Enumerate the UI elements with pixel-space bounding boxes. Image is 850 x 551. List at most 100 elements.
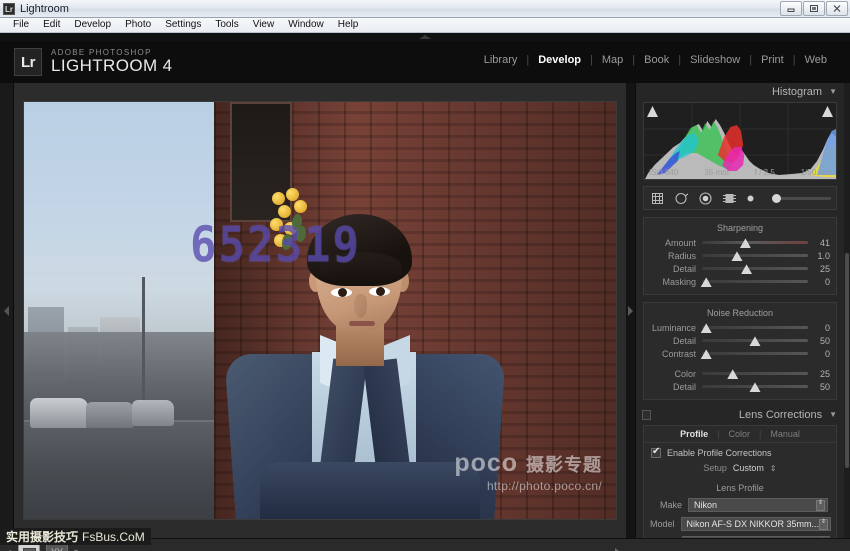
exif-shutter: 1/50 sec: [800, 168, 831, 177]
image-canvas[interactable]: 652319 poco 摄影专题 http://photo.poco.cn/: [14, 83, 626, 538]
histogram-graph[interactable]: ISO 640 35 mm f / 2.5 1/50 sec: [643, 102, 837, 180]
slider-label: Detail: [672, 335, 696, 346]
chevron-right-icon: [628, 305, 633, 316]
module-book[interactable]: Book: [635, 54, 678, 66]
menu-file[interactable]: File: [6, 18, 36, 32]
lens-profile-make-row[interactable]: Make Nikon ⇕: [644, 497, 836, 513]
site-watermark-en: FsBus.CoM: [82, 529, 145, 544]
setup-spinner-icon[interactable]: ⇕: [770, 464, 777, 473]
right-panel-collapse-toggle[interactable]: [626, 83, 635, 538]
slider-track[interactable]: [702, 336, 808, 346]
menu-window[interactable]: Window: [281, 18, 331, 32]
chevron-updown-icon[interactable]: ⇕: [816, 499, 825, 511]
right-panel-scroll-thumb[interactable]: [845, 253, 849, 468]
slider-track[interactable]: [702, 382, 808, 392]
crop-tool-icon[interactable]: [649, 190, 666, 207]
slider-row-sharpening-radius[interactable]: Radius 1.0: [644, 249, 836, 262]
slider-track[interactable]: [702, 264, 808, 274]
slider-row-nr-color[interactable]: Color 25: [644, 367, 836, 380]
lens-profile-title: Lens Profile: [716, 483, 764, 493]
menu-develop[interactable]: Develop: [67, 18, 118, 32]
top-panel-collapse-toggle[interactable]: [0, 33, 850, 41]
menu-view[interactable]: View: [246, 18, 282, 32]
slider-track[interactable]: [702, 369, 808, 379]
setup-label: Setup: [703, 463, 727, 473]
chevron-down-icon[interactable]: ▼: [829, 410, 837, 419]
chevron-down-icon[interactable]: ▼: [829, 87, 837, 96]
compare-view-button[interactable]: YY: [46, 544, 69, 551]
left-panel-collapse-toggle[interactable]: [0, 83, 14, 538]
slider-track[interactable]: [702, 251, 808, 261]
model-dropdown[interactable]: Nikon AF-S DX NIKKOR 35mm... ⇕: [680, 517, 832, 531]
chevron-left-icon[interactable]: ◄: [4, 547, 13, 551]
slider-track[interactable]: [702, 238, 808, 248]
slider-value: 1.0: [817, 250, 830, 261]
close-icon[interactable]: [826, 1, 848, 16]
setup-value[interactable]: Custom: [733, 463, 764, 473]
slider-track[interactable]: [700, 277, 808, 287]
sharpening-title: Sharpening: [716, 223, 764, 233]
menu-tools[interactable]: Tools: [208, 18, 245, 32]
graduated-filter-icon[interactable]: [721, 190, 738, 207]
brush-size-slider[interactable]: [772, 193, 831, 203]
identity-badge-icon: Lr: [14, 48, 42, 76]
module-develop[interactable]: Develop: [529, 54, 590, 66]
tab-manual[interactable]: Manual: [761, 429, 809, 439]
slider-knob[interactable]: [700, 277, 712, 287]
chevron-down-icon[interactable]: ▾: [74, 547, 78, 551]
slider-knob[interactable]: [700, 323, 712, 333]
menu-settings[interactable]: Settings: [158, 18, 208, 32]
tab-color[interactable]: Color: [719, 429, 759, 439]
adjustment-brush-icon[interactable]: [745, 190, 762, 207]
lens-corrections-panel-header[interactable]: Lens Corrections ▼: [636, 406, 850, 423]
minimize-icon[interactable]: [780, 1, 802, 16]
menu-edit[interactable]: Edit: [36, 18, 67, 32]
slider-knob[interactable]: [749, 336, 761, 346]
enable-profile-corrections-row[interactable]: Enable Profile Corrections: [644, 443, 836, 461]
slider-knob[interactable]: [749, 382, 761, 392]
module-map[interactable]: Map: [593, 54, 632, 66]
slider-knob[interactable]: [741, 264, 753, 274]
histogram-panel-header[interactable]: Histogram ▼: [636, 83, 850, 100]
slider-row-nr-luminance[interactable]: Luminance 0: [644, 321, 836, 334]
module-slideshow[interactable]: Slideshow: [681, 54, 749, 66]
lens-corrections-body: Profile | Color | Manual Enable Profile …: [643, 425, 837, 538]
slider-knob[interactable]: [700, 349, 712, 359]
module-print[interactable]: Print: [752, 54, 793, 66]
slider-track[interactable]: [700, 349, 808, 359]
menu-help[interactable]: Help: [331, 18, 366, 32]
enable-profile-corrections-checkbox[interactable]: [651, 446, 661, 458]
right-panel: Histogram ▼ ISO 640 35 mm f / 2.5 1/50 s…: [635, 83, 850, 538]
slider-row-nr-detail[interactable]: Detail 50: [644, 334, 836, 347]
panel-switch-icon[interactable]: [642, 409, 651, 420]
slider-track[interactable]: [700, 323, 808, 333]
right-panel-scrollbar[interactable]: [844, 83, 850, 538]
menu-photo[interactable]: Photo: [118, 18, 158, 32]
slider-knob[interactable]: [739, 238, 751, 248]
slider-label: Amount: [664, 237, 696, 248]
module-web[interactable]: Web: [796, 54, 836, 66]
photo-preview[interactable]: 652319 poco 摄影专题 http://photo.poco.cn/: [24, 102, 616, 519]
tab-profile[interactable]: Profile: [671, 429, 717, 439]
brush-size-knob[interactable]: [772, 193, 781, 203]
slider-knob[interactable]: [727, 369, 739, 379]
slider-row-sharpening-amount[interactable]: Amount 41: [644, 236, 836, 249]
maximize-icon[interactable]: [803, 1, 825, 16]
photo-car: [132, 400, 174, 426]
slider-row-sharpening-masking[interactable]: Masking 0: [644, 275, 836, 288]
photo-lamp-post: [142, 277, 145, 407]
chevron-updown-icon[interactable]: ⇕: [819, 518, 829, 530]
spot-removal-icon[interactable]: [673, 190, 690, 207]
red-eye-icon[interactable]: [697, 190, 714, 207]
module-library[interactable]: Library: [475, 54, 527, 66]
setup-row[interactable]: Setup Custom ⇕: [644, 461, 836, 478]
slider-knob[interactable]: [731, 251, 743, 261]
lens-profile-model-row[interactable]: Model Nikon AF-S DX NIKKOR 35mm... ⇕: [644, 516, 836, 532]
slider-row-nr-contrast[interactable]: Contrast 0: [644, 347, 836, 360]
make-dropdown[interactable]: Nikon ⇕: [688, 498, 828, 512]
loupe-view-button[interactable]: [18, 544, 40, 551]
identity-plate-bar: Lr ADOBE PHOTOSHOP LIGHTROOM 4 Library |…: [0, 41, 850, 83]
site-watermark-cn: 实用摄影技巧: [6, 530, 79, 544]
slider-row-nr-color-detail[interactable]: Detail 50: [644, 380, 836, 393]
slider-row-sharpening-detail[interactable]: Detail 25: [644, 262, 836, 275]
